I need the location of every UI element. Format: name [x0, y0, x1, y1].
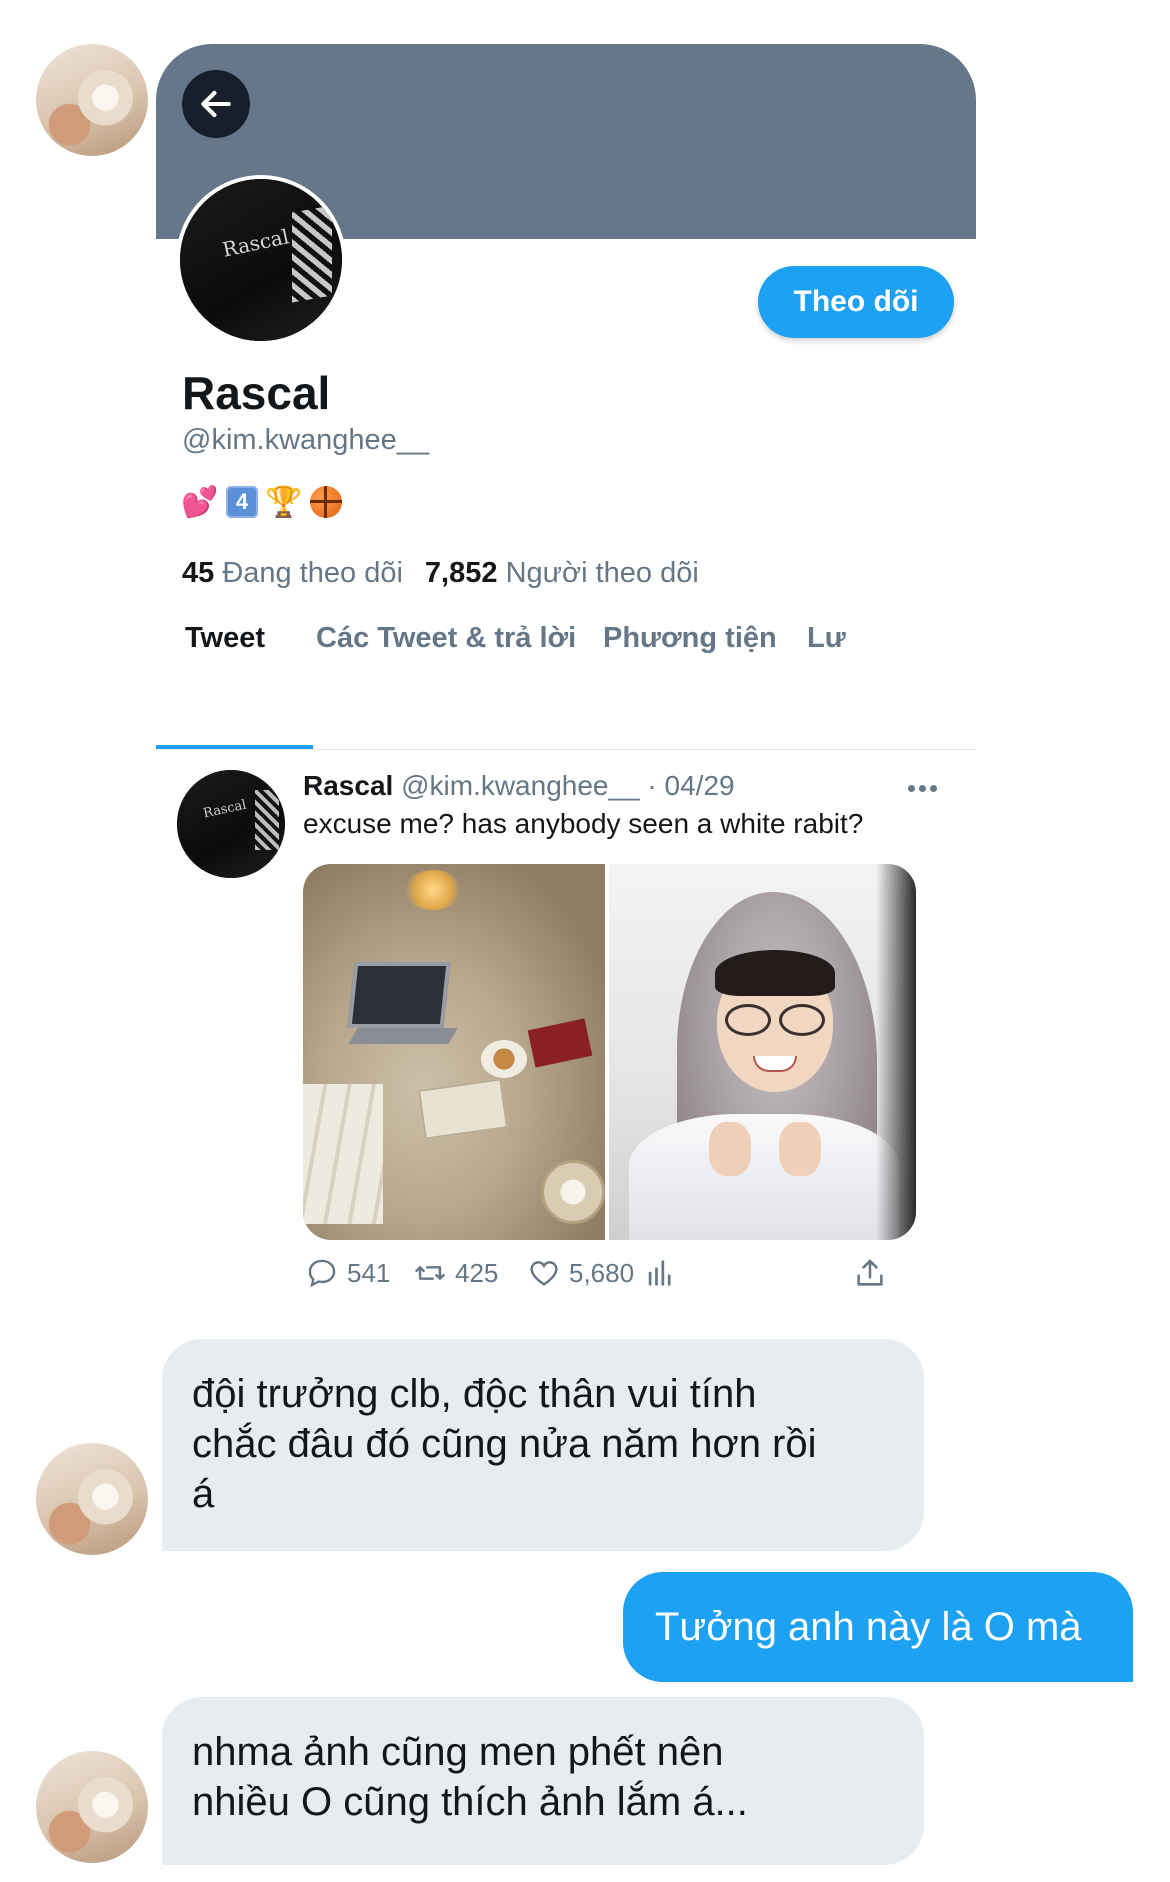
message-line: Tưởng anh này là O mà — [655, 1605, 1082, 1649]
tab-tweets[interactable]: Tweet — [185, 622, 265, 655]
tweet-actions: 541 425 5,680 — [303, 1256, 923, 1300]
followers-stat[interactable]: 7,852 Người theo dõi — [425, 557, 699, 590]
tweet-text: excuse me? has anybody seen a white rabi… — [303, 808, 864, 839]
tweet-author-avatar[interactable]: Rascal — [177, 770, 285, 878]
back-button[interactable] — [182, 70, 250, 138]
bio-emojis: 💕 4 🏆 — [181, 484, 342, 520]
tweet-separator: · — [647, 770, 657, 801]
arrow-left-icon — [201, 90, 231, 118]
tab-likes[interactable]: Lư — [807, 622, 846, 655]
profile-name: Rascal — [182, 367, 331, 419]
reply-count: 541 — [347, 1257, 391, 1288]
more-icon[interactable] — [908, 778, 944, 798]
message-line: chắc đâu đó cũng nửa năm hơn rồi — [192, 1422, 817, 1466]
tweet-author-handle: @kim.kwanghee__ — [401, 770, 640, 801]
tweet-media — [303, 864, 916, 1240]
tab-media[interactable]: Phương tiện — [603, 622, 777, 655]
reply-icon — [308, 1259, 336, 1288]
share-button[interactable] — [853, 1256, 887, 1290]
profile-handle: @kim.kwanghee__ — [182, 424, 430, 456]
basketball-icon — [310, 486, 342, 518]
twitter-profile-card: Rascal Theo dõi Rascal @kim.kwanghee__ 💕… — [156, 44, 976, 1340]
tweet-photo-bed[interactable] — [303, 864, 605, 1240]
sender-avatar[interactable] — [36, 1443, 148, 1555]
profile-tabs: Tweet Các Tweet & trả lời Phương tiện Lư — [156, 622, 976, 694]
tweet-header: Rascal @kim.kwanghee__ · 04/29 — [303, 770, 735, 802]
profile-avatar[interactable]: Rascal — [176, 175, 346, 345]
incoming-message[interactable]: đội trưởng clb, độc thân vui tính chắc đ… — [162, 1339, 924, 1551]
keycap-four-icon: 4 — [226, 486, 258, 518]
analytics-icon — [648, 1260, 671, 1286]
following-stat[interactable]: 45 Đang theo dõi — [182, 557, 403, 590]
sender-avatar[interactable] — [36, 44, 148, 156]
retweet-count: 425 — [455, 1257, 499, 1288]
two-hearts-icon: 💕 — [181, 485, 219, 519]
message-line: nhma ảnh cũng men phết nên — [192, 1730, 724, 1774]
analytics-button[interactable] — [643, 1256, 677, 1290]
message-line: á — [192, 1472, 215, 1516]
retweet-icon — [415, 1266, 445, 1280]
tabs-divider — [156, 749, 976, 750]
outgoing-message[interactable]: Tưởng anh này là O mà — [623, 1572, 1133, 1682]
tab-tweets-replies[interactable]: Các Tweet & trả lời — [316, 622, 576, 655]
share-icon — [857, 1259, 883, 1286]
follow-stats: 45 Đang theo dõi 7,852 Người theo dõi — [182, 557, 699, 590]
tweet-author-name[interactable]: Rascal — [303, 770, 393, 801]
reply-button[interactable]: 541 — [305, 1256, 390, 1290]
tweet-date[interactable]: 04/29 — [665, 770, 735, 801]
follow-button[interactable]: Theo dõi — [758, 266, 954, 338]
message-line: đội trưởng clb, độc thân vui tính — [192, 1372, 757, 1416]
like-icon — [530, 1261, 558, 1286]
incoming-message[interactable]: nhma ảnh cũng men phết nên nhiều O cũng … — [162, 1697, 924, 1865]
like-button[interactable]: 5,680 — [527, 1256, 634, 1290]
retweet-button[interactable]: 425 — [413, 1256, 498, 1290]
tweet-photo-person[interactable] — [609, 864, 916, 1240]
sender-avatar[interactable] — [36, 1751, 148, 1863]
trophy-icon: 🏆 — [265, 485, 303, 519]
like-count: 5,680 — [569, 1257, 635, 1288]
message-line: nhiều O cũng thích ảnh lắm á... — [192, 1780, 748, 1824]
